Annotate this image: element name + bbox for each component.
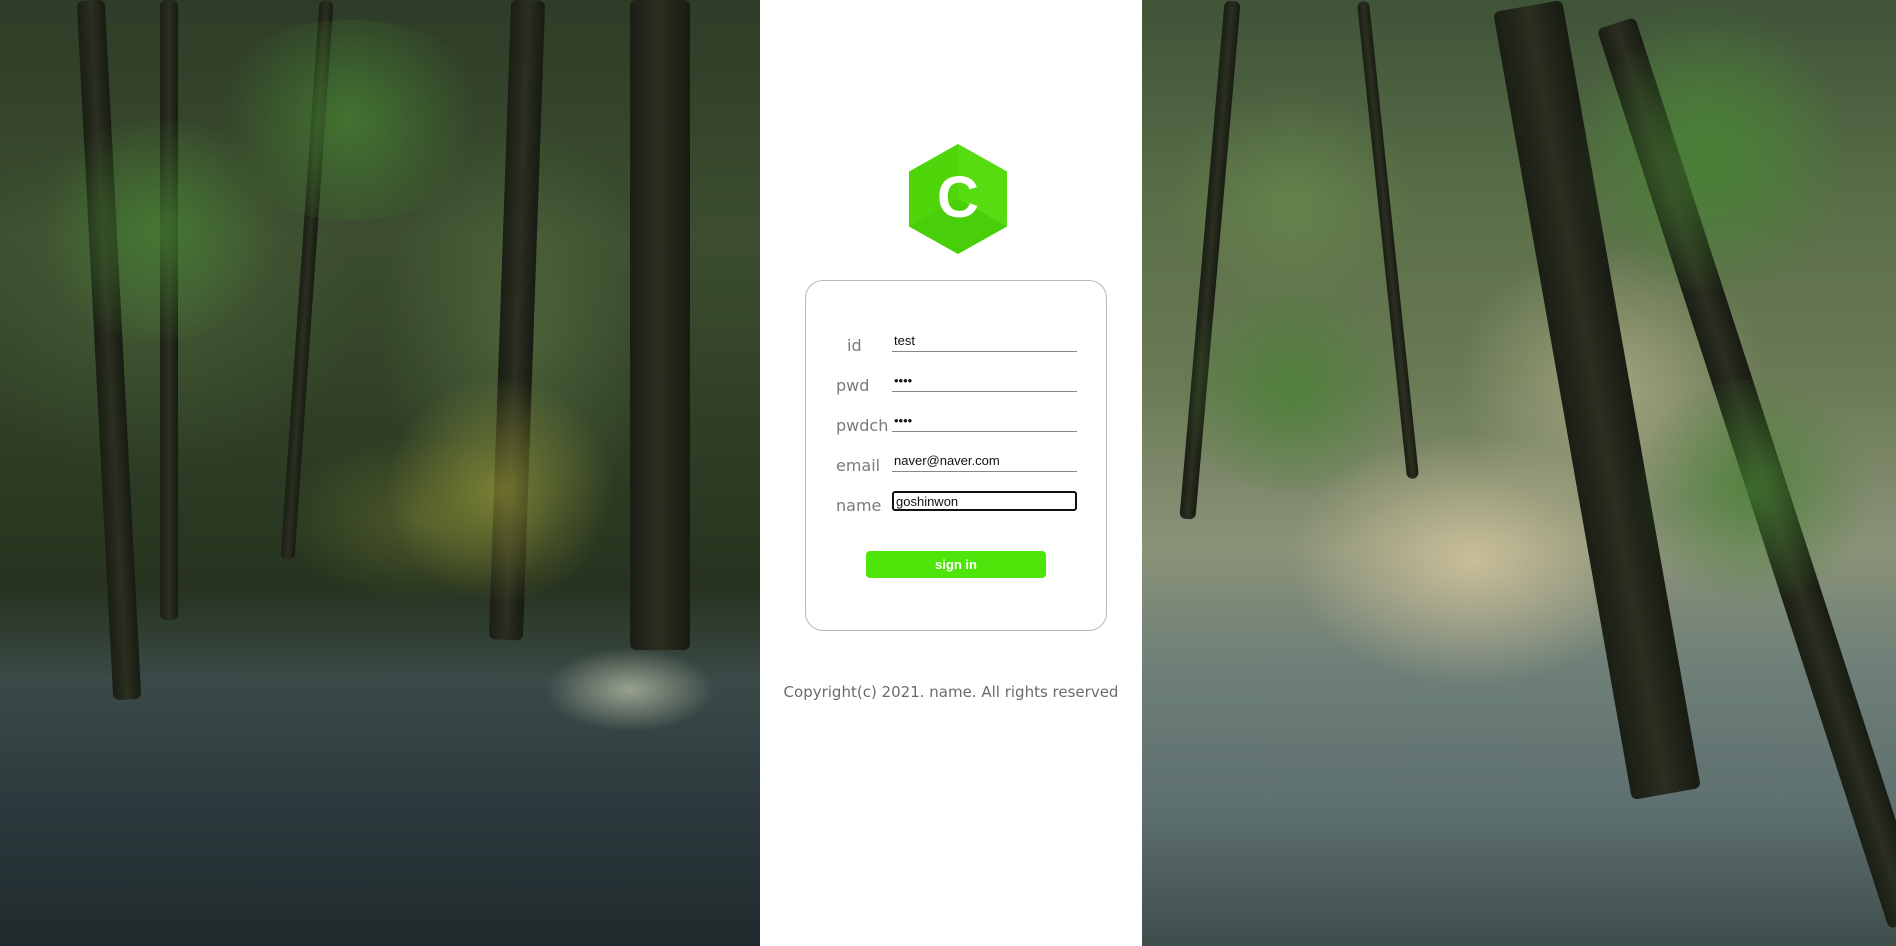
form-row-pwdch: pwdch xyxy=(806,406,1108,436)
sign-in-button[interactable]: sign in xyxy=(866,551,1046,578)
signup-form: id pwd pwdch email name sign in xyxy=(805,280,1107,631)
id-input[interactable] xyxy=(892,330,1077,352)
copyright-text: Copyright(c) 2021. name. All rights rese… xyxy=(783,683,1119,701)
form-row-name: name xyxy=(806,486,1108,516)
logo-letter: C xyxy=(937,165,979,230)
form-row-pwd: pwd xyxy=(806,366,1108,396)
name-input[interactable] xyxy=(892,491,1077,511)
forest-background-right xyxy=(1142,0,1896,946)
signup-panel: C id pwd pwdch email name sign in Copyri… xyxy=(760,0,1142,946)
forest-background-left xyxy=(0,0,760,946)
password-input[interactable] xyxy=(892,370,1077,392)
form-row-id: id xyxy=(806,326,1108,356)
email-input[interactable] xyxy=(892,450,1077,472)
form-row-email: email xyxy=(806,446,1108,476)
app-logo-icon: C xyxy=(909,144,1007,254)
password-confirm-input[interactable] xyxy=(892,410,1077,432)
